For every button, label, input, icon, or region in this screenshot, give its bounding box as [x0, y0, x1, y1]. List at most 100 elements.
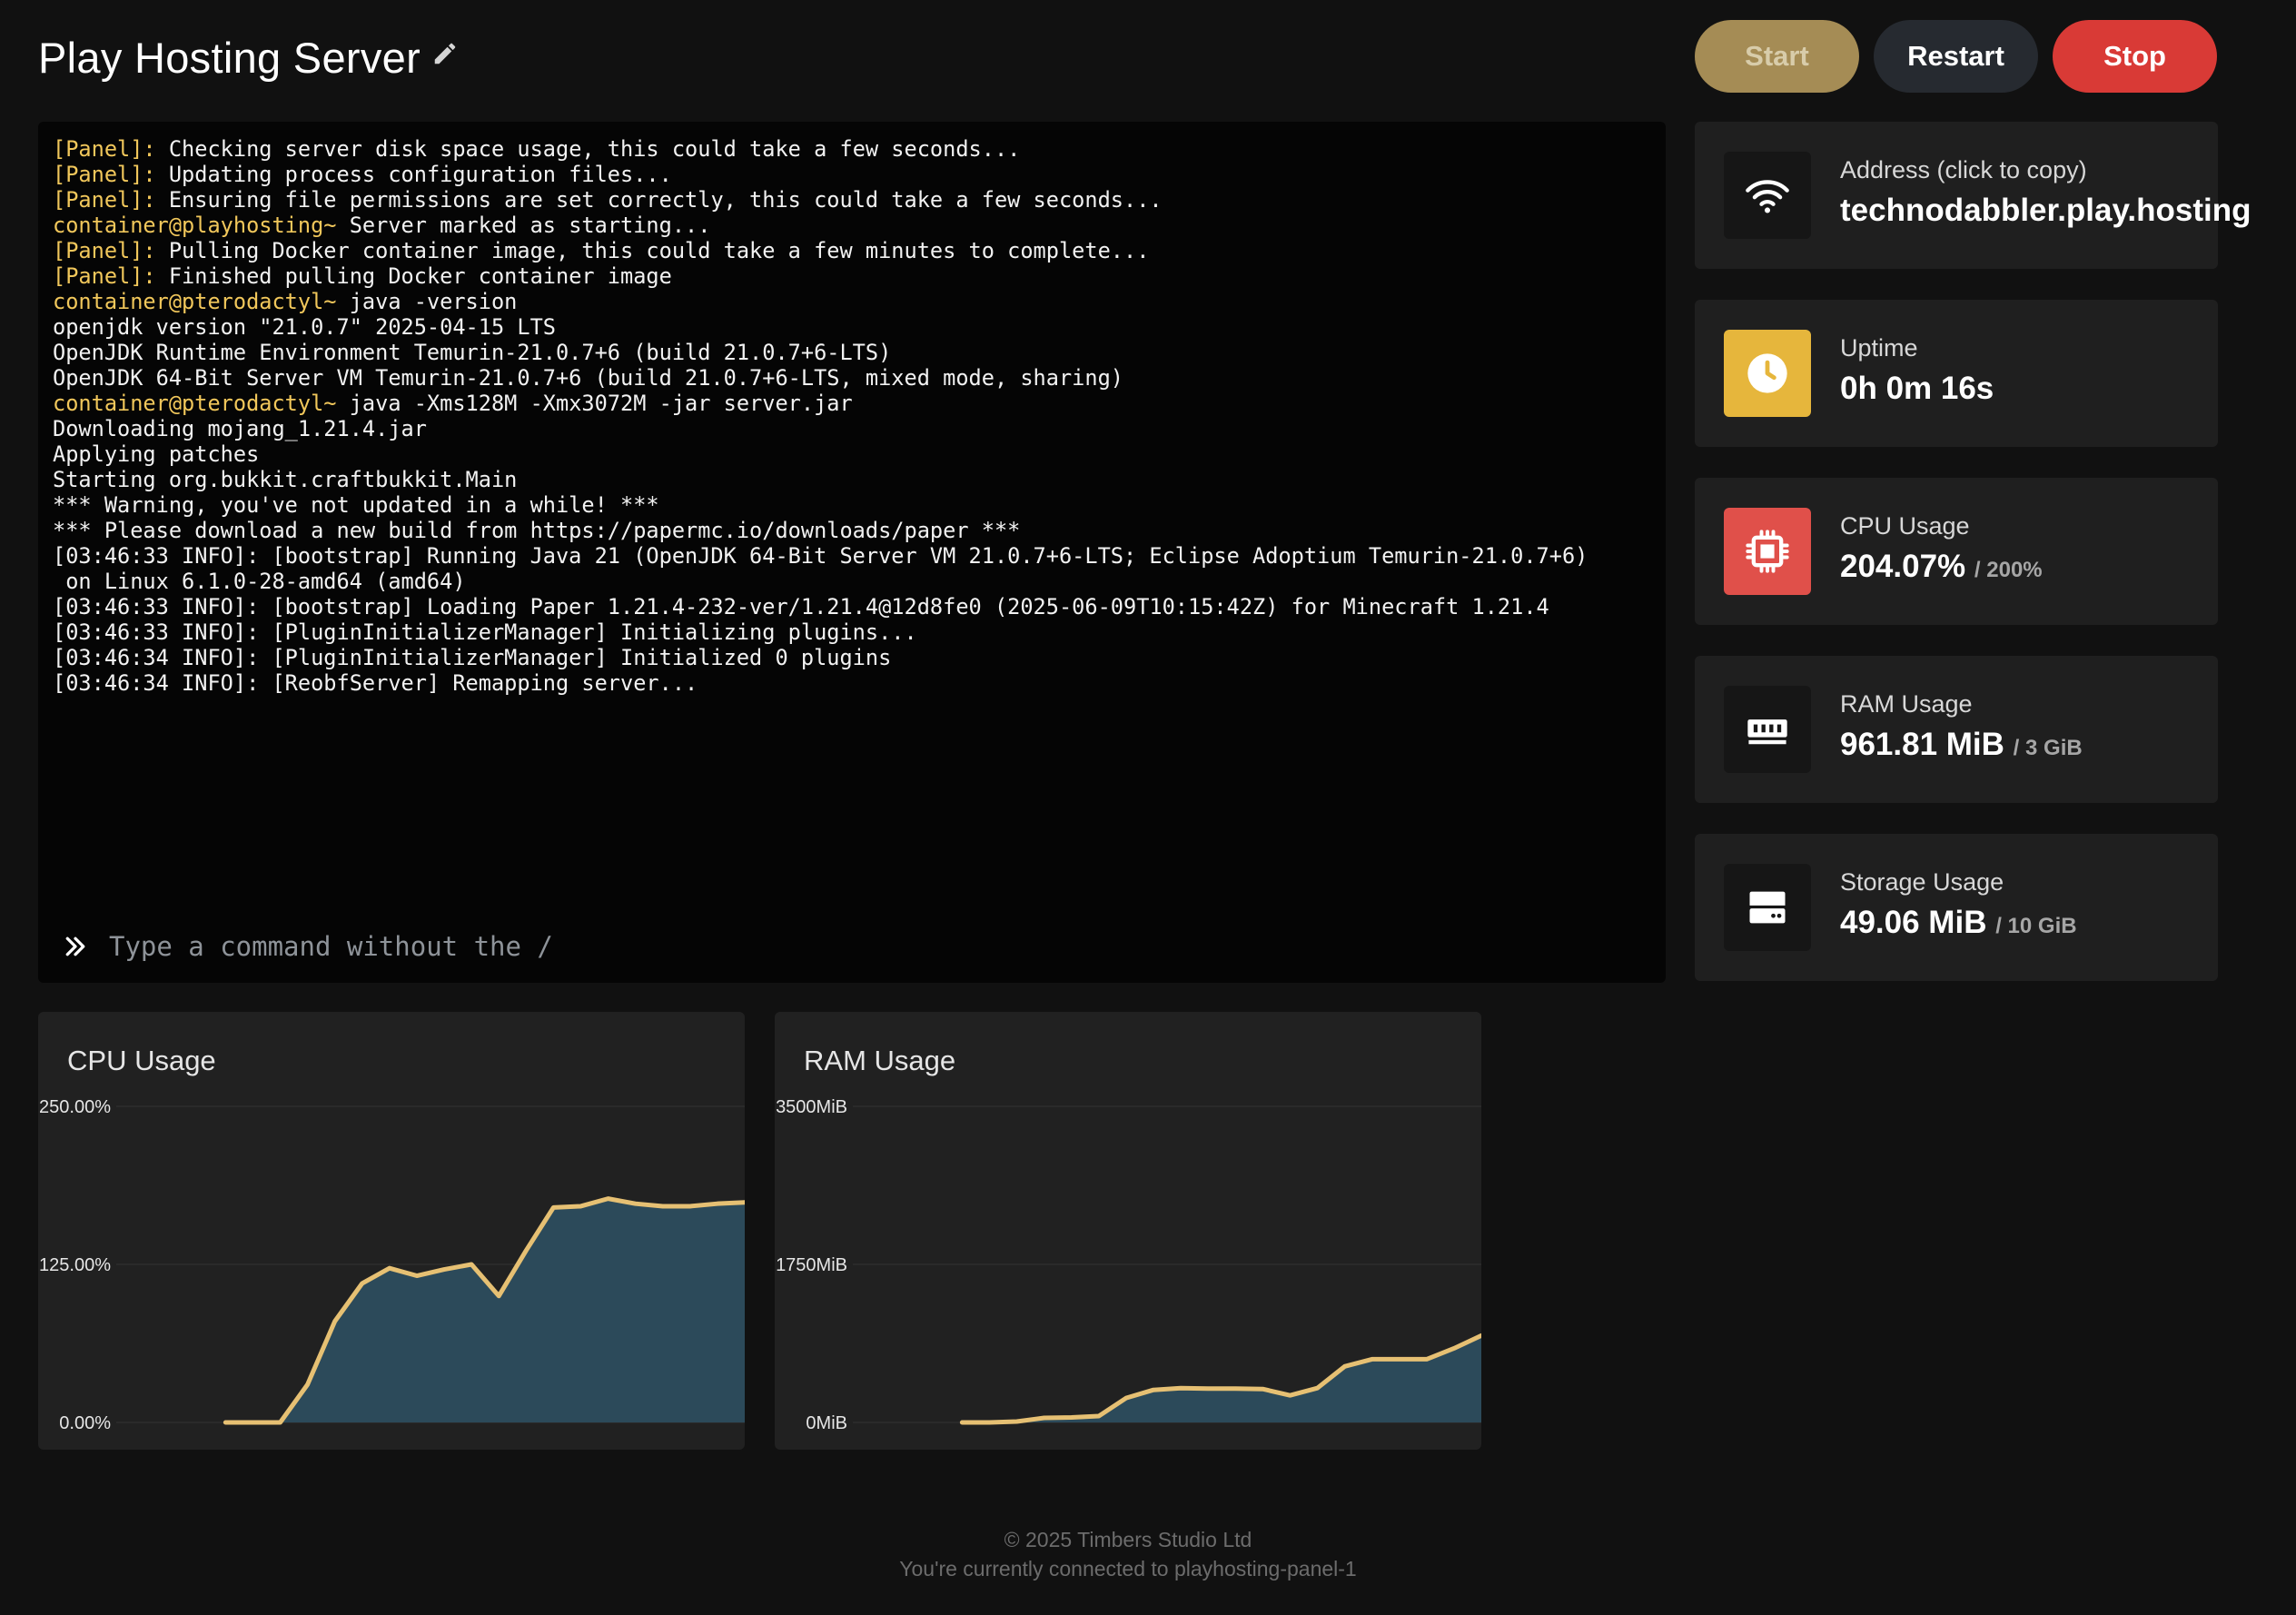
- console-line: [Panel]: Ensuring file permissions are s…: [53, 187, 1651, 213]
- storage-limit: / 10 GiB: [1995, 914, 2077, 938]
- start-button[interactable]: Start: [1695, 20, 1859, 93]
- uptime-value: 0h 0m 16s: [1840, 371, 1994, 406]
- console-input-row: [62, 928, 1651, 965]
- y-tick-label: 1750MiB: [776, 1255, 847, 1275]
- series-area: [962, 1335, 1481, 1422]
- uptime-label: Uptime: [1840, 334, 1918, 362]
- ram-label: RAM Usage: [1840, 690, 1973, 718]
- console-line-text: Ensuring file permissions are set correc…: [155, 187, 1163, 213]
- console-line: [03:46:33 INFO]: [bootstrap] Loading Pap…: [53, 594, 1651, 619]
- page-header: Play Hosting Server: [38, 27, 459, 87]
- console-line-prefix: [Panel]:: [53, 238, 156, 263]
- footer-connection: You're currently connected to playhostin…: [899, 1557, 1357, 1580]
- console-line: OpenJDK Runtime Environment Temurin-21.0…: [53, 340, 1651, 365]
- storage-current: 49.06 MiB: [1840, 905, 1987, 940]
- y-tick-label: 250.00%: [39, 1097, 111, 1117]
- console-line-prefix: container@pterodactyl~: [53, 391, 337, 416]
- console-line-text: Applying patches: [53, 441, 260, 467]
- command-input[interactable]: [109, 931, 1651, 962]
- address-value[interactable]: technodabbler.play.hosting: [1840, 193, 2251, 229]
- memory-icon: [1747, 719, 1787, 745]
- ram-limit: / 3 GiB: [2013, 736, 2083, 760]
- console-line: [03:46:34 INFO]: [PluginInitializerManag…: [53, 645, 1651, 670]
- stop-button[interactable]: Stop: [2053, 20, 2217, 93]
- console-line-prefix: [Panel]:: [53, 263, 156, 289]
- console-line-prefix: [Panel]:: [53, 187, 156, 213]
- console-line-text: [03:46:33 INFO]: [bootstrap] Loading Pap…: [53, 594, 1549, 619]
- console-line-text: [03:46:34 INFO]: [PluginInitializerManag…: [53, 645, 892, 670]
- console-line: Applying patches: [53, 441, 1651, 467]
- y-tick-label: 125.00%: [39, 1255, 111, 1275]
- console-line: on Linux 6.1.0-28-amd64 (amd64): [53, 569, 1651, 594]
- console-line-text: Starting org.bukkit.craftbukkit.Main: [53, 467, 518, 492]
- console-line-prefix: [Panel]:: [53, 162, 156, 187]
- pencil-icon[interactable]: [431, 40, 459, 67]
- cpu-graph-card: CPU Usage 250.00% 125.00% 0.00%: [38, 1012, 745, 1450]
- console-line-text: java -Xms128M -Xmx3072M -jar server.jar: [336, 391, 853, 416]
- console-line-text: Pulling Docker container image, this cou…: [155, 238, 1150, 263]
- footer-copyright: © 2025 Timbers Studio Ltd: [1004, 1528, 1252, 1551]
- console-line-text: [03:46:33 INFO]: [bootstrap] Running Jav…: [53, 543, 1588, 569]
- console-line: container@playhosting~ Server marked as …: [53, 213, 1651, 238]
- server-console: [Panel]: Checking server disk space usag…: [38, 122, 1666, 983]
- console-line-text: Updating process configuration files...: [155, 162, 672, 187]
- chevron-double-right-icon: [65, 936, 85, 956]
- console-line-prefix: container@pterodactyl~: [53, 289, 337, 314]
- address-label: Address (click to copy): [1840, 156, 2087, 183]
- storage-label: Storage Usage: [1840, 868, 2004, 896]
- address-icon-box: [1724, 152, 1811, 239]
- ram-card: RAM Usage 961.81 MiB / 3 GiB: [1695, 656, 2218, 803]
- cpu-value: 204.07% / 200%: [1840, 549, 2043, 585]
- cpu-limit: / 200%: [1974, 558, 2043, 582]
- console-line: OpenJDK 64-Bit Server VM Temurin-21.0.7+…: [53, 365, 1651, 391]
- storage-card: Storage Usage 49.06 MiB / 10 GiB: [1695, 834, 2218, 981]
- console-line-text: Checking server disk space usage, this c…: [155, 136, 1021, 162]
- console-line-prefix: container@playhosting~: [53, 213, 337, 238]
- ram-graph: 3500MiB 1750MiB 0MiB: [776, 1097, 1481, 1433]
- console-line: [03:46:34 INFO]: [ReobfServer] Remapping…: [53, 670, 1651, 696]
- power-controls: Start Restart Stop: [1695, 20, 2217, 93]
- clock-icon: [1747, 353, 1787, 393]
- console-line-prefix: [Panel]:: [53, 136, 156, 162]
- console-line: Starting org.bukkit.craftbukkit.Main: [53, 467, 1651, 492]
- console-line-text: java -version: [336, 289, 518, 314]
- console-line: container@pterodactyl~ java -Xms128M -Xm…: [53, 391, 1651, 416]
- console-line: Downloading mojang_1.21.4.jar: [53, 416, 1651, 441]
- console-log: [Panel]: Checking server disk space usag…: [53, 136, 1651, 696]
- cpu-card: CPU Usage 204.07% / 200%: [1695, 478, 2218, 625]
- uptime-icon-box: [1724, 330, 1811, 417]
- cpu-current: 204.07%: [1840, 549, 1966, 584]
- cpu-icon-box: [1724, 508, 1811, 595]
- console-line: [03:46:33 INFO]: [bootstrap] Running Jav…: [53, 543, 1651, 569]
- console-line-text: [03:46:34 INFO]: [ReobfServer] Remapping…: [53, 670, 698, 696]
- console-line-text: Server marked as starting...: [336, 213, 711, 238]
- console-line: [Panel]: Pulling Docker container image,…: [53, 238, 1651, 263]
- storage-icon-box: [1724, 864, 1811, 951]
- console-line: *** Warning, you've not updated in a whi…: [53, 492, 1651, 518]
- console-line-text: Finished pulling Docker container image: [155, 263, 672, 289]
- uptime-card: Uptime 0h 0m 16s: [1695, 300, 2218, 447]
- console-line-text: Downloading mojang_1.21.4.jar: [53, 416, 427, 441]
- restart-button[interactable]: Restart: [1874, 20, 2038, 93]
- console-line: *** Please download a new build from htt…: [53, 518, 1651, 543]
- cpu-label: CPU Usage: [1840, 512, 1970, 540]
- ram-current: 961.81 MiB: [1840, 727, 2004, 762]
- y-tick-label: 0.00%: [59, 1413, 111, 1433]
- ram-icon-box: [1724, 686, 1811, 773]
- console-line-text: on Linux 6.1.0-28-amd64 (amd64): [53, 569, 466, 594]
- console-line: [03:46:33 INFO]: [PluginInitializerManag…: [53, 619, 1651, 645]
- address-card[interactable]: Address (click to copy) technodabbler.pl…: [1695, 122, 2251, 269]
- page-title: Play Hosting Server: [38, 33, 421, 82]
- wifi-icon: [1746, 180, 1789, 213]
- ram-value: 961.81 MiB / 3 GiB: [1840, 727, 2083, 763]
- console-line: [Panel]: Checking server disk space usag…: [53, 136, 1651, 162]
- console-line-text: *** Please download a new build from htt…: [53, 518, 1021, 543]
- ram-graph-card: RAM Usage 3500MiB 1750MiB 0MiB: [775, 1012, 1481, 1450]
- console-line: [Panel]: Updating process configuration …: [53, 162, 1651, 187]
- console-line: openjdk version "21.0.7" 2025-04-15 LTS: [53, 314, 1651, 340]
- cpu-chip-icon: [1746, 530, 1789, 573]
- hard-drive-icon: [1749, 891, 1786, 924]
- console-line-text: OpenJDK 64-Bit Server VM Temurin-21.0.7+…: [53, 365, 1123, 391]
- console-line-text: *** Warning, you've not updated in a whi…: [53, 492, 659, 518]
- storage-value: 49.06 MiB / 10 GiB: [1840, 905, 2077, 941]
